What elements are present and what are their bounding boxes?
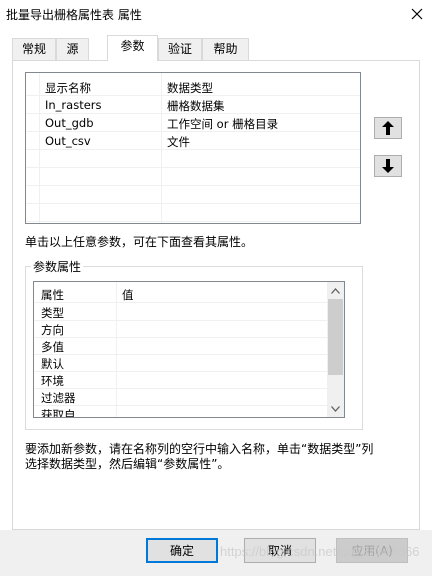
param-type[interactable]: 文件: [167, 134, 190, 150]
property-row[interactable]: 默认: [34, 355, 328, 372]
property-row[interactable]: 方向: [34, 321, 328, 338]
window-title: 批量导出栅格属性表 属性: [6, 8, 142, 22]
close-button[interactable]: [402, 0, 432, 27]
arrow-up-icon: [382, 121, 394, 135]
select-hint: 单击以上任意参数，可在下面查看其属性。: [25, 235, 254, 249]
property-row[interactable]: 类型: [34, 304, 328, 321]
scroll-down-button[interactable]: [327, 400, 344, 417]
move-down-button[interactable]: [374, 155, 402, 177]
table-row[interactable]: Out_gdb 工作空间 or 栅格目录: [26, 115, 360, 132]
close-icon: [411, 8, 423, 19]
apply-button: 应用(A): [336, 538, 408, 563]
tab-general[interactable]: 常规: [12, 38, 56, 60]
scrollbar-thumb[interactable]: [328, 299, 343, 375]
column-header-data-type[interactable]: 数据类型: [167, 80, 213, 96]
property-grid[interactable]: 属性 值 类型 方向 多值 默认 环境 过滤器 获取自: [33, 281, 345, 418]
title-bar: 批量导出栅格属性表 属性: [0, 0, 432, 27]
tab-source[interactable]: 源: [56, 38, 89, 60]
table-row-empty[interactable]: [26, 169, 360, 186]
param-type[interactable]: 工作空间 or 栅格目录: [167, 116, 278, 132]
column-header-value: 值: [122, 288, 134, 302]
chevron-down-icon: [331, 405, 340, 412]
property-row[interactable]: 多值: [34, 338, 328, 355]
tab-validation[interactable]: 验证: [158, 38, 202, 60]
param-name[interactable]: Out_gdb: [45, 116, 94, 130]
param-name[interactable]: In_rasters: [45, 98, 102, 112]
grid-header: 显示名称 数据类型: [26, 79, 360, 96]
table-row-empty[interactable]: [26, 151, 360, 168]
table-row-empty[interactable]: [26, 205, 360, 222]
table-row[interactable]: In_rasters 栅格数据集: [26, 97, 360, 114]
param-type[interactable]: 栅格数据集: [167, 98, 225, 114]
property-row[interactable]: 过滤器: [34, 389, 328, 406]
property-header: 属性 值: [34, 286, 328, 303]
scroll-up-button[interactable]: [327, 282, 344, 299]
property-label: 默认: [41, 357, 64, 371]
property-label: 方向: [41, 323, 64, 337]
property-row[interactable]: 环境: [34, 372, 328, 389]
column-header-property: 属性: [41, 288, 64, 302]
cancel-button[interactable]: 取消: [244, 538, 316, 563]
tab-help[interactable]: 帮助: [202, 38, 249, 60]
arrow-down-icon: [382, 159, 394, 173]
move-up-button[interactable]: [374, 117, 402, 139]
property-label: 类型: [41, 306, 64, 320]
property-row[interactable]: 获取自: [34, 406, 328, 418]
tab-parameters[interactable]: 参数: [107, 35, 158, 61]
parameter-grid[interactable]: 显示名称 数据类型 In_rasters 栅格数据集 Out_gdb 工作空间 …: [25, 72, 361, 224]
param-name[interactable]: Out_csv: [45, 134, 91, 148]
column-header-display-name[interactable]: 显示名称: [45, 80, 91, 96]
property-label: 过滤器: [41, 391, 76, 405]
group-label: 参数属性: [31, 258, 84, 275]
chevron-up-icon: [331, 287, 340, 294]
vertical-scrollbar[interactable]: [327, 282, 344, 417]
property-label: 环境: [41, 374, 64, 388]
table-row[interactable]: Out_csv 文件: [26, 133, 360, 150]
property-label: 获取自: [41, 408, 76, 418]
property-label: 多值: [41, 340, 64, 354]
ok-button[interactable]: 确定: [146, 538, 218, 563]
add-parameter-hint: 要添加新参数，请在名称列的空行中输入名称，单击“数据类型”列选择数据类型，然后编…: [25, 442, 374, 471]
table-row-empty[interactable]: [26, 187, 360, 204]
